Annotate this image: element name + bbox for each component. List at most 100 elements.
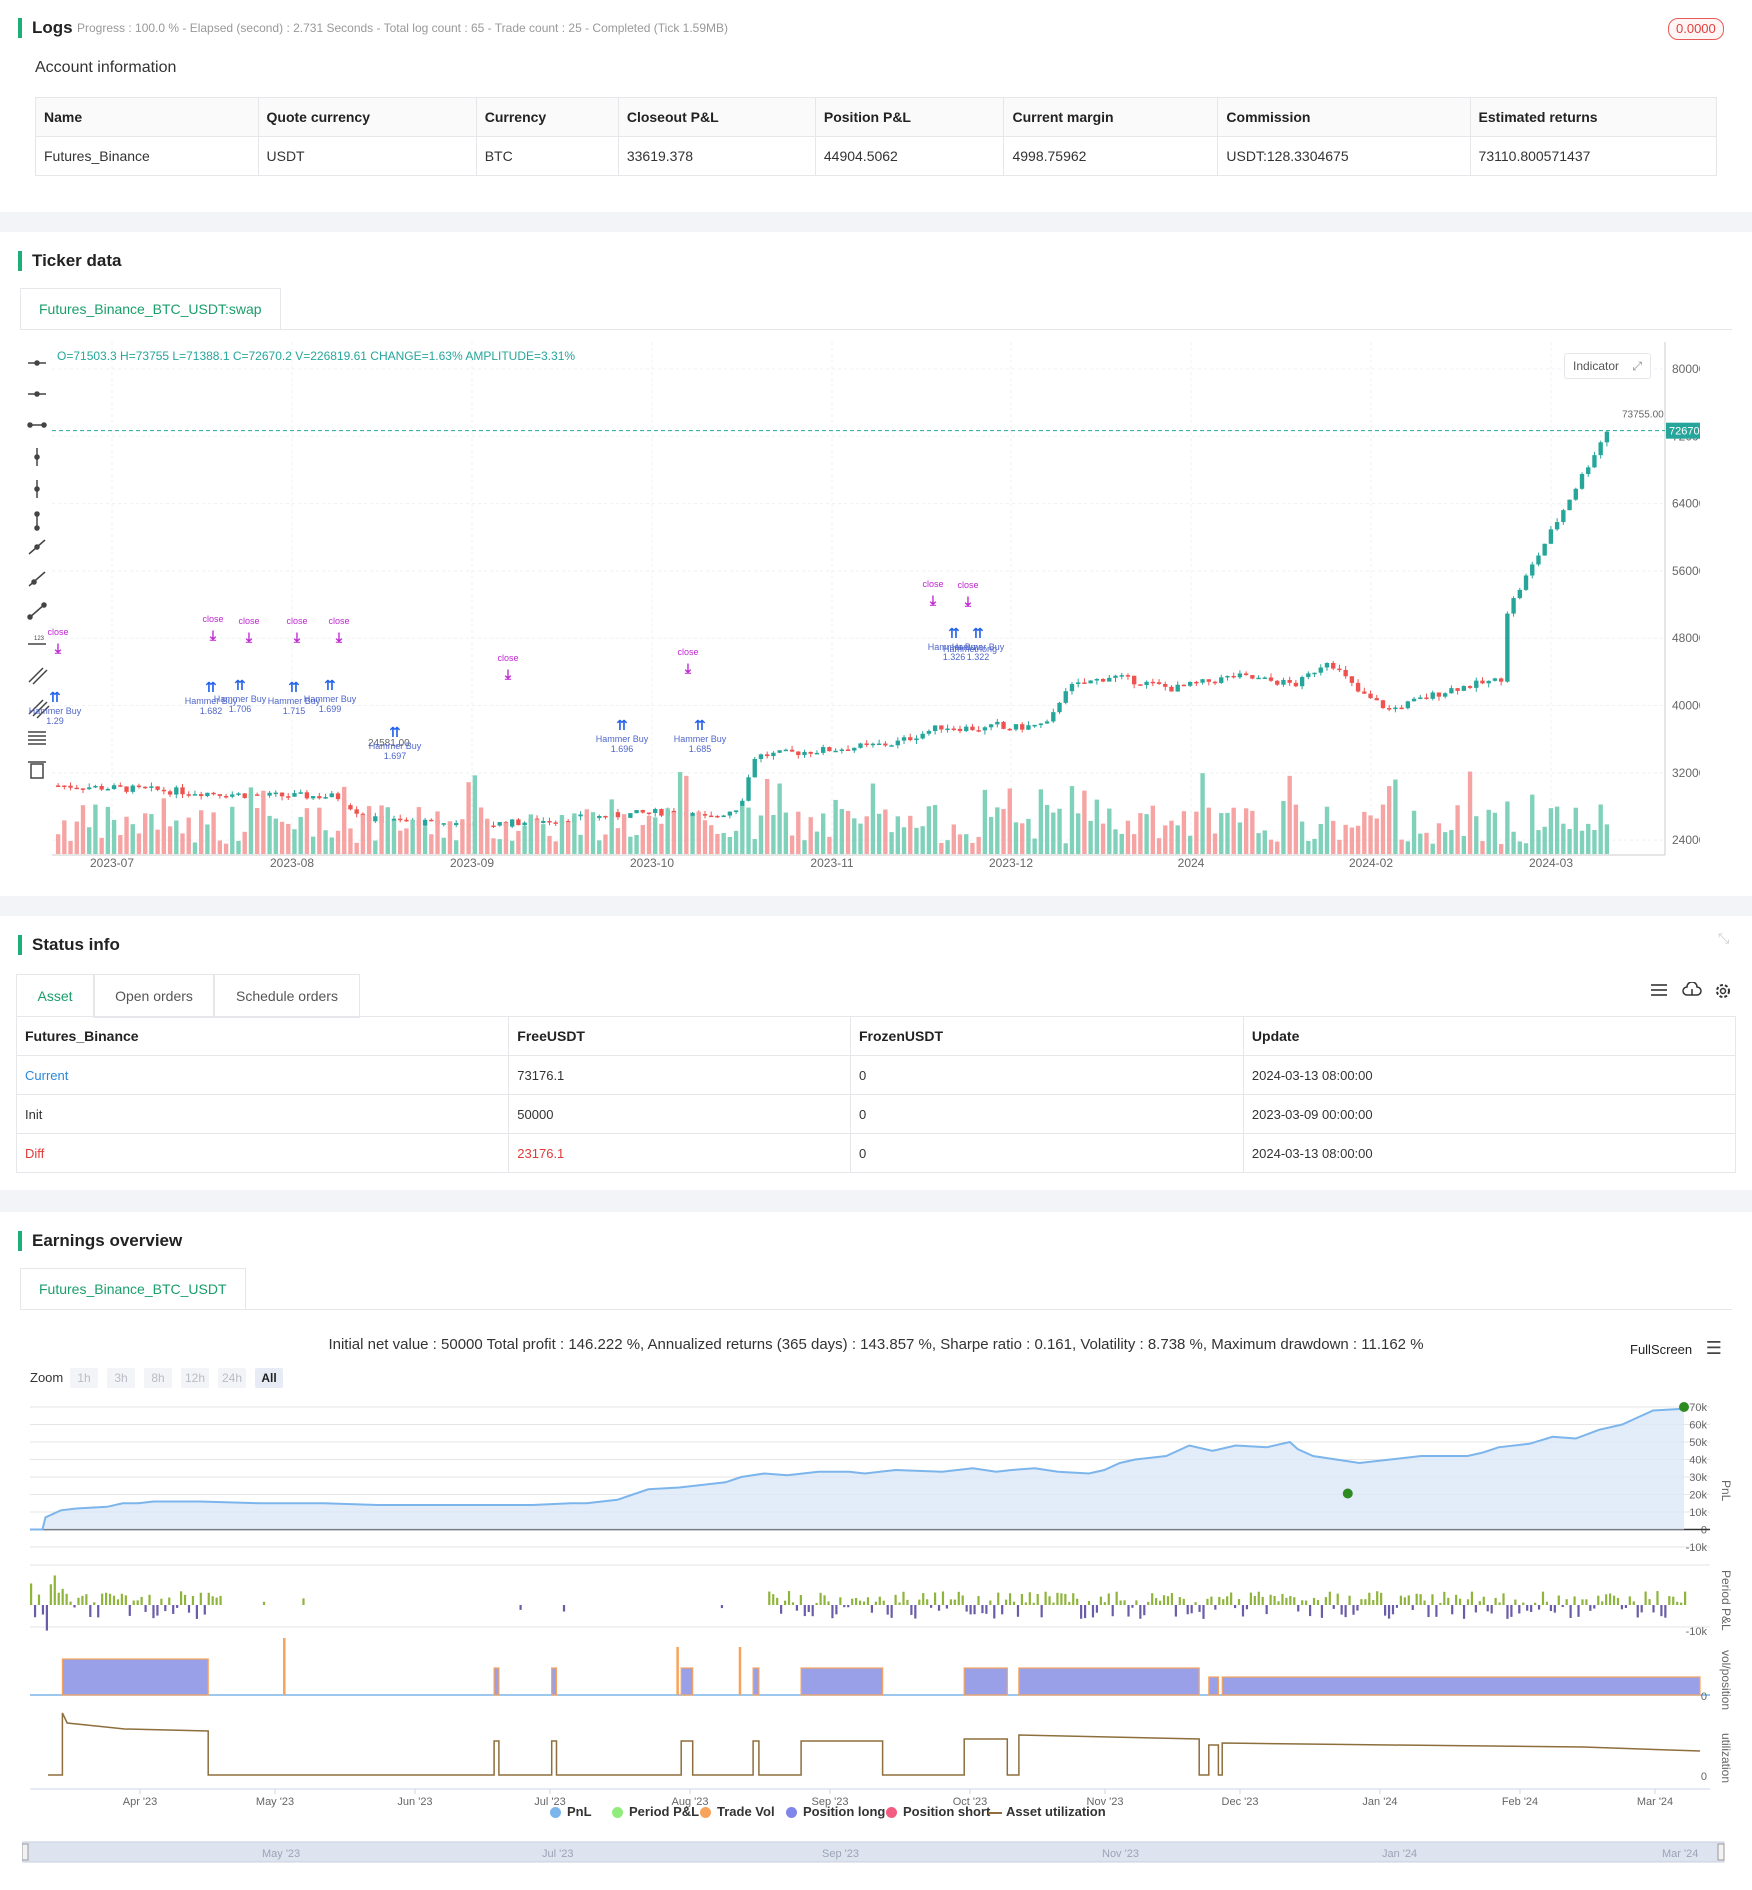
zoom-button[interactable]: 8h — [144, 1368, 172, 1388]
volume-bar — [932, 805, 938, 854]
volume-bar — [279, 821, 285, 854]
candle-body — [964, 726, 969, 732]
period-bar — [1182, 1598, 1185, 1605]
volume-bar — [1231, 807, 1236, 854]
volume-bar — [460, 819, 465, 854]
volume-bar — [1530, 794, 1535, 854]
period-bar — [1320, 1605, 1324, 1618]
legend-item[interactable]: Position long — [786, 1804, 885, 1819]
candle-body — [1256, 677, 1261, 680]
earnings-symbol-tab[interactable]: Futures_Binance_BTC_USDT — [20, 1268, 246, 1309]
list-icon[interactable] — [1650, 982, 1668, 1001]
zoom-button[interactable]: 24h — [218, 1368, 246, 1388]
volume-bar — [709, 825, 714, 854]
volume-bar — [1225, 812, 1230, 854]
volume-bar — [771, 814, 776, 854]
tab-open-orders[interactable]: Open orders — [94, 974, 214, 1018]
volume-bar — [87, 827, 92, 854]
period-bar — [1277, 1601, 1280, 1605]
period-bar — [945, 1605, 949, 1609]
volume-bar — [1461, 835, 1467, 854]
candle-body — [223, 795, 229, 798]
volume-bar — [1051, 812, 1056, 854]
period-bar — [1597, 1595, 1600, 1605]
period-bar — [1364, 1599, 1367, 1605]
volume-bar — [1094, 799, 1100, 854]
candle-body — [105, 788, 111, 791]
candle-body — [1442, 693, 1448, 697]
legend-item[interactable]: Asset utilization — [988, 1804, 1106, 1819]
legend-label: Position short — [903, 1804, 991, 1819]
volume-bar — [360, 814, 366, 854]
candle-body — [988, 724, 994, 728]
candle-body — [1051, 712, 1056, 722]
period-bar — [1502, 1593, 1505, 1605]
indicator-button[interactable]: Indicator ⤢ — [1564, 353, 1651, 379]
logs-accent — [18, 18, 22, 38]
volume-bar — [1598, 804, 1603, 854]
earnings-title: Earnings overview — [32, 1231, 183, 1250]
zoom-button[interactable]: 3h — [107, 1368, 135, 1388]
volume-bar — [1212, 833, 1218, 854]
candle-body — [1474, 680, 1479, 688]
volume-bar — [1380, 804, 1386, 854]
period-bar — [1273, 1595, 1276, 1605]
candle-body — [1225, 675, 1230, 678]
buy-label: Hammer Buy — [674, 734, 727, 744]
volume-bar — [273, 818, 278, 854]
period-bar — [1001, 1605, 1004, 1615]
x-tick-label: Apr '23 — [123, 1796, 158, 1808]
zoom-button[interactable]: 12h — [181, 1368, 209, 1388]
volume-bar — [783, 812, 789, 854]
time-navigator[interactable]: May '23 Jul '23 Sep '23 Nov '23 Jan '24 Mar '… — [22, 1840, 1742, 1864]
gear-icon-svg — [1716, 984, 1730, 998]
candle-body — [93, 785, 98, 788]
collapse-icon[interactable]: ⤡ — [1718, 930, 1729, 947]
period-bar — [1293, 1597, 1296, 1605]
legend-item[interactable]: PnL — [550, 1804, 592, 1819]
volume-bar — [696, 811, 701, 854]
fullscreen-button[interactable]: FullScreen ☰ — [1630, 1338, 1722, 1359]
candle-body — [733, 810, 739, 812]
volume-bar — [1262, 830, 1267, 854]
candle-body — [398, 818, 403, 821]
candle-body — [1206, 679, 1211, 682]
x-tick-label: May '23 — [256, 1796, 294, 1808]
tab-schedule-orders[interactable]: Schedule orders — [214, 974, 360, 1018]
volume-bar — [640, 825, 645, 854]
period-bar — [219, 1595, 222, 1605]
close-arrow: ⤓ — [293, 629, 301, 645]
volume-bar — [503, 822, 509, 854]
zoom-button[interactable]: All — [255, 1368, 283, 1388]
cloud-download-icon[interactable] — [1682, 981, 1702, 1001]
candle-body — [149, 786, 154, 788]
x-tick-label: Mar '24 — [1637, 1796, 1673, 1808]
period-bar — [922, 1593, 925, 1605]
zoom-button[interactable]: 1h — [70, 1368, 98, 1388]
volume-bar — [1349, 827, 1355, 854]
settings-gear-icon[interactable] — [1714, 982, 1732, 1003]
period-bar — [1474, 1605, 1477, 1613]
period-bar — [1383, 1605, 1387, 1616]
earnings-chart[interactable]: 70k 60k 50k 40k 30k 20k 10k 0 -10k PnL -10k Period … — [0, 1395, 1752, 1865]
legend-item[interactable]: Trade Vol — [700, 1804, 775, 1819]
volume-bar — [161, 798, 167, 854]
tab-asset[interactable]: Asset — [16, 974, 94, 1018]
period-bar — [1076, 1598, 1079, 1605]
candle-body — [646, 812, 652, 815]
candle-body — [242, 793, 247, 798]
asset-col-header: Update — [1242, 1016, 1737, 1056]
fullscreen-label: FullScreen — [1630, 1342, 1693, 1357]
volume-bar — [1331, 820, 1336, 854]
period-bar — [215, 1597, 218, 1605]
volume-bar — [995, 807, 1000, 854]
ticker-chart[interactable]: 80000.0072000.0064000.0056000.0048000.00… — [0, 332, 1700, 892]
buy-arrow: ⇈ — [288, 679, 300, 695]
legend-item[interactable]: Period P&L — [612, 1804, 699, 1819]
volume-bar — [124, 816, 129, 854]
period-bar — [1561, 1605, 1564, 1608]
legend-item[interactable]: Position short — [886, 1804, 990, 1819]
volume-bar — [659, 823, 664, 854]
volume-bar — [472, 775, 478, 854]
ticker-symbol-tab[interactable]: Futures_Binance_BTC_USDT:swap — [20, 288, 281, 329]
